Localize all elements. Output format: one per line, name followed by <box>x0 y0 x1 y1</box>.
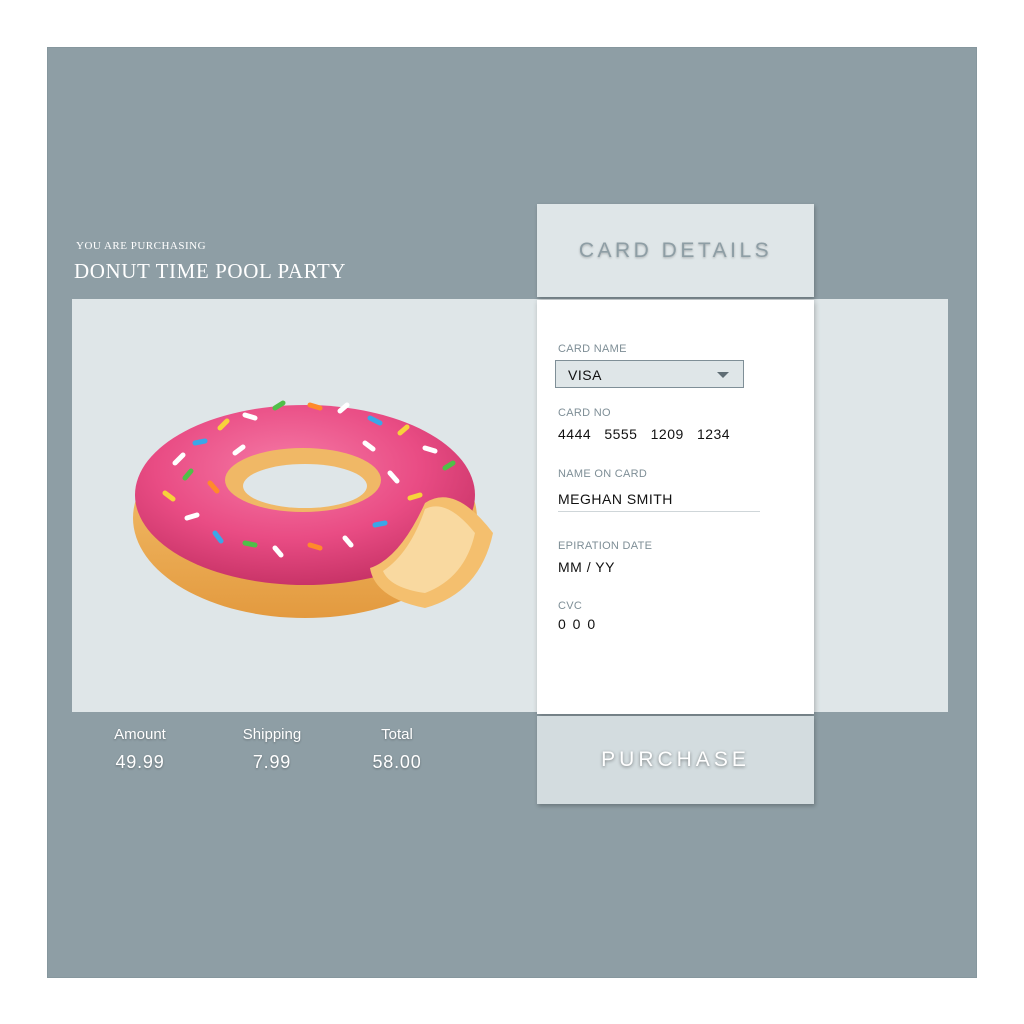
total-value: 58.00 <box>372 752 422 772</box>
name-on-card-underline <box>558 511 760 512</box>
name-on-card-input[interactable]: MEGHAN SMITH <box>558 491 673 507</box>
shipping-summary: Shipping 7.99 <box>222 726 322 773</box>
chevron-down-icon <box>717 372 729 378</box>
donut-pool-float-image <box>133 400 493 618</box>
card-name-select[interactable]: VISA <box>555 360 744 388</box>
total-summary: Total 58.00 <box>347 726 447 773</box>
cvc-label: CVC <box>558 600 583 612</box>
purchase-button[interactable]: PURCHASE <box>537 716 814 804</box>
amount-value: 49.99 <box>115 752 165 772</box>
shipping-label: Shipping <box>242 726 302 743</box>
product-title: DONUT TIME POOL PARTY <box>74 259 347 283</box>
name-on-card-label: NAME ON CARD <box>558 468 648 480</box>
total-label: Total <box>381 726 413 743</box>
shipping-value: 7.99 <box>252 752 292 772</box>
expiration-date-input[interactable]: MM / YY <box>558 559 615 575</box>
card-details-title: CARD DETAILS <box>578 238 773 262</box>
expiration-date-label: EPIRATION DATE <box>558 540 653 552</box>
card-name-value: VISA <box>568 367 602 383</box>
card-no-input[interactable]: 4444 5555 1209 1234 <box>558 426 730 442</box>
card-no-label: CARD NO <box>558 407 611 419</box>
purchase-button-label: PURCHASE <box>601 748 750 771</box>
cvc-input[interactable]: 0 0 0 <box>558 616 597 632</box>
amount-label: Amount <box>114 726 166 743</box>
card-details-form: CARD NAME VISA CARD NO 4444 5555 1209 12… <box>537 300 814 714</box>
purchasing-label: YOU ARE PURCHASING <box>76 240 207 252</box>
amount-summary: Amount 49.99 <box>90 726 190 773</box>
card-name-label: CARD NAME <box>558 343 627 355</box>
card-details-header: CARD DETAILS <box>537 204 814 297</box>
